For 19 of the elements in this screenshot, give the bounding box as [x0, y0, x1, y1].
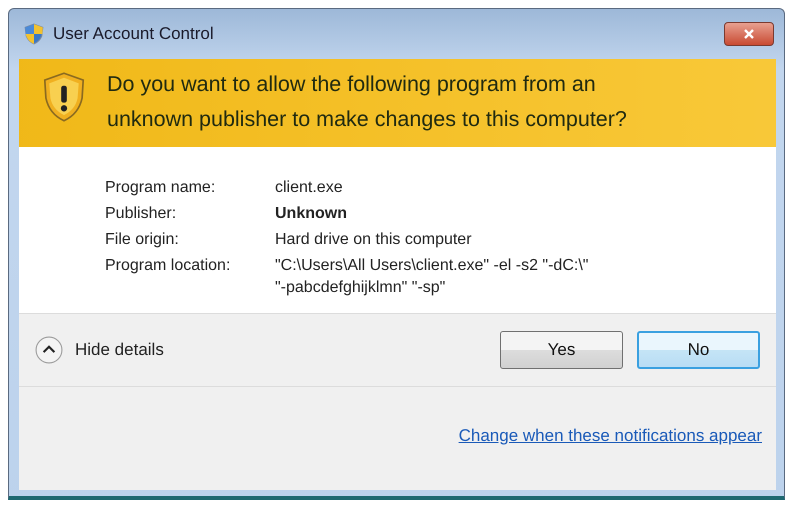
- detail-value: Hard drive on this computer: [275, 230, 472, 250]
- dialog-button[interactable]: No: [637, 331, 760, 369]
- detail-value: Unknown: [275, 204, 347, 224]
- detail-label: Program location:: [105, 256, 232, 276]
- warning-shield-icon: [41, 71, 87, 123]
- window-title: User Account Control: [53, 24, 215, 44]
- detail-label: Program name:: [105, 178, 216, 198]
- question-text: Do you want to allow the following program from an unknown publisher to make changes to this computer?: [107, 71, 627, 133]
- detail-value: client.exe: [275, 178, 343, 198]
- detail-label: Publisher:: [105, 204, 178, 224]
- shield-icon: [23, 23, 45, 45]
- close-button[interactable]: [724, 22, 774, 46]
- details-toggle[interactable]: Hide details: [35, 336, 164, 364]
- close-icon: [742, 29, 756, 39]
- chevron-icon: [35, 336, 63, 364]
- dialog-button[interactable]: Yes: [500, 331, 623, 369]
- detail-value: "C:\Users\All Users\client.exe" -el -s2 "-dC:\" "-pabcdefghijklmn" "-sp": [275, 256, 588, 298]
- detail-label: File origin:: [105, 230, 180, 250]
- settings-link[interactable]: Change when these notifications appear: [458, 426, 762, 446]
